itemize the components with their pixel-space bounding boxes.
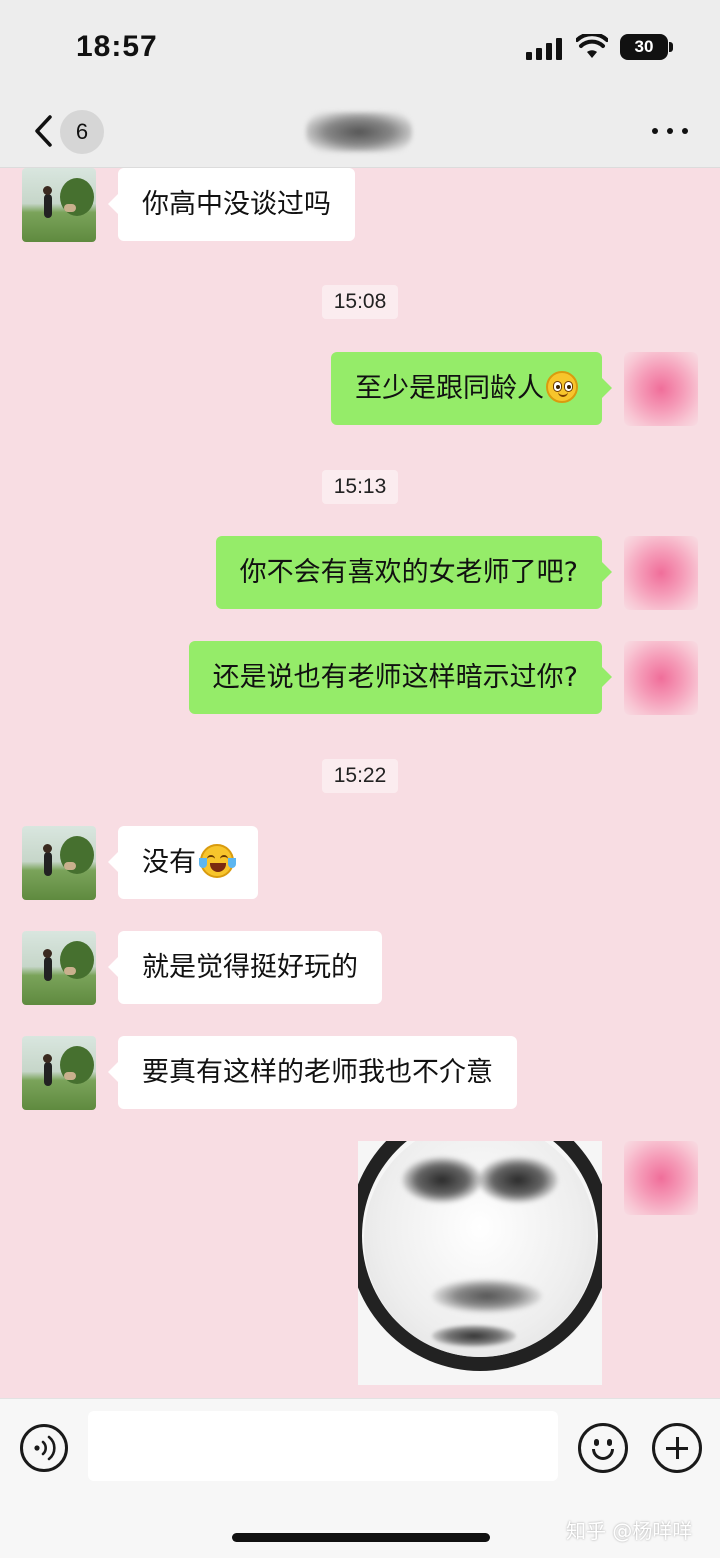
face-sticker-image[interactable]	[358, 1141, 602, 1385]
contact-avatar[interactable]	[22, 826, 96, 900]
message-row: 还是说也有老师这样暗示过你?	[0, 641, 720, 715]
message-timestamp: 15:22	[0, 759, 720, 793]
message-text: 还是说也有老师这样暗示过你?	[212, 662, 578, 693]
contact-name-blurred	[306, 112, 412, 152]
battery-tip	[669, 42, 673, 52]
message-text: 你不会有喜欢的女老师了吧?	[239, 557, 578, 588]
cellular-signal-icon	[526, 38, 564, 60]
laughing-tears-icon	[199, 844, 236, 878]
message-row: 没有	[0, 826, 720, 900]
my-avatar[interactable]	[624, 352, 698, 426]
received-message-bubble[interactable]: 要真有这样的老师我也不介意	[108, 1036, 517, 1109]
message-text: 要真有这样的老师我也不介意	[142, 1057, 493, 1088]
message-input[interactable]	[88, 1411, 558, 1481]
more-icon[interactable]	[648, 114, 692, 150]
input-bar: 知乎 @杨咩咩	[0, 1398, 720, 1558]
back-button[interactable]: 6	[26, 108, 110, 154]
received-message-bubble[interactable]: 就是觉得挺好玩的	[108, 931, 382, 1004]
timestamp-text: 15:13	[321, 470, 399, 504]
plus-icon[interactable]	[652, 1423, 702, 1473]
chat-message-list[interactable]: 你高中没谈过吗 15:08 至少是跟同龄人 15:13 你不会有喜欢的女老师了吧…	[0, 168, 720, 1398]
message-row: 你不会有喜欢的女老师了吧?	[0, 536, 720, 610]
home-indicator[interactable]	[232, 1533, 490, 1542]
message-text: 你高中没谈过吗	[142, 189, 331, 220]
message-row: 要真有这样的老师我也不介意	[0, 1036, 720, 1110]
timestamp-text: 15:22	[321, 759, 399, 793]
my-avatar[interactable]	[624, 1141, 698, 1215]
message-timestamp: 15:08	[0, 285, 720, 319]
message-text: 没有	[142, 847, 196, 878]
chevron-left-icon	[35, 115, 52, 147]
contact-avatar[interactable]	[22, 168, 96, 242]
timestamp-text: 15:08	[321, 285, 399, 319]
message-row	[0, 1141, 720, 1391]
wifi-icon	[576, 34, 608, 58]
message-row: 你高中没谈过吗	[0, 168, 720, 242]
received-message-bubble[interactable]: 你高中没谈过吗	[108, 168, 355, 241]
sent-message-bubble[interactable]: 还是说也有老师这样暗示过你?	[188, 641, 613, 714]
contact-avatar[interactable]	[22, 1036, 96, 1110]
my-avatar[interactable]	[624, 536, 698, 610]
smiling-face-icon	[546, 371, 578, 403]
received-message-bubble[interactable]: 没有	[108, 826, 258, 899]
battery-indicator: 30	[620, 34, 668, 60]
sent-message-bubble[interactable]: 你不会有喜欢的女老师了吧?	[215, 536, 613, 609]
emoji-icon[interactable]	[578, 1423, 628, 1473]
message-text: 至少是跟同龄人	[355, 373, 544, 404]
sent-message-bubble[interactable]: 至少是跟同龄人	[331, 352, 612, 425]
status-time: 18:57	[76, 30, 158, 63]
voice-icon[interactable]	[20, 1424, 68, 1472]
unread-count-badge: 6	[60, 110, 104, 154]
my-avatar[interactable]	[624, 641, 698, 715]
message-row: 至少是跟同龄人	[0, 352, 720, 426]
message-timestamp: 15:13	[0, 470, 720, 504]
status-bar: 18:57 30	[0, 0, 720, 96]
contact-avatar[interactable]	[22, 931, 96, 1005]
watermark: 知乎 @杨咩咩	[566, 1519, 693, 1543]
message-row: 就是觉得挺好玩的	[0, 931, 720, 1005]
chat-header: 6	[0, 96, 720, 168]
message-text: 就是觉得挺好玩的	[142, 952, 358, 983]
